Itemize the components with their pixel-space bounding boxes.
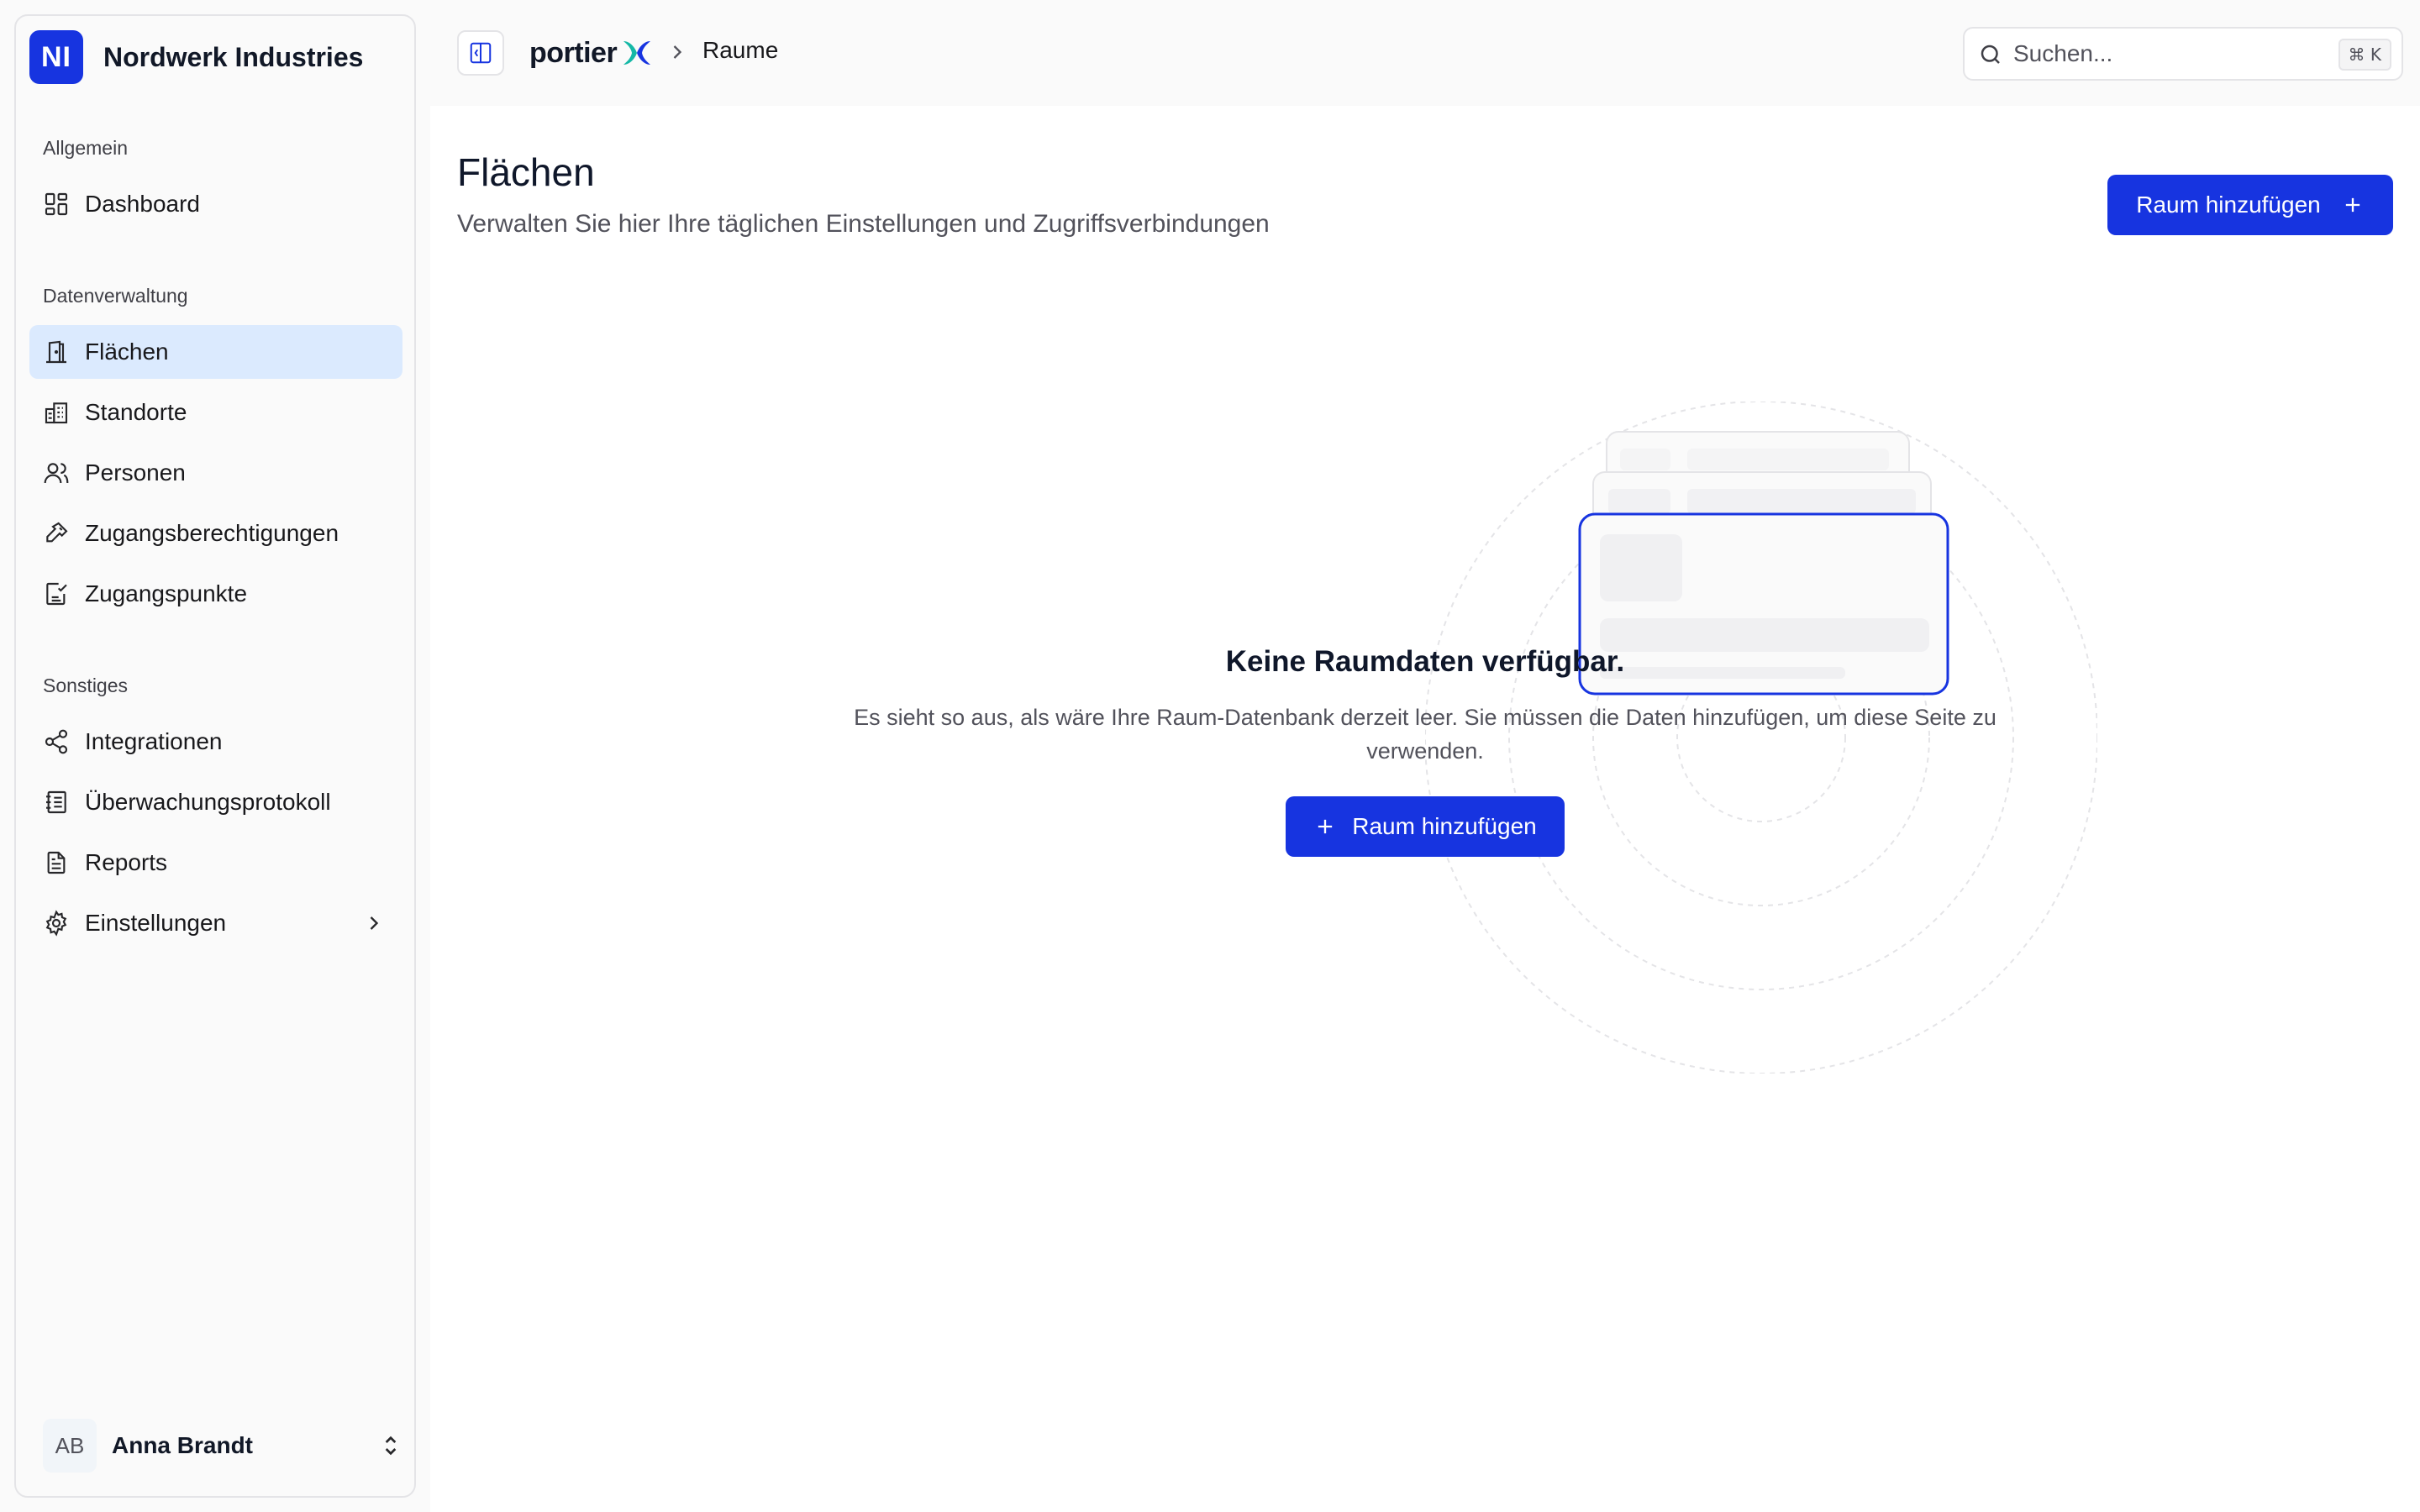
section-label-datenverwaltung: Datenverwaltung <box>43 285 188 307</box>
page-title: Flächen <box>457 150 595 194</box>
sidebar-item-label: Überwachungsprotokoll <box>85 789 331 815</box>
sidebar-toggle-button[interactable] <box>457 30 504 76</box>
search-input[interactable] <box>2013 37 2333 71</box>
search-shortcut: ⌘ K <box>2338 39 2391 71</box>
workspace-name: Nordwerk Industries <box>103 41 364 72</box>
sidebar-item-zugangspunkte[interactable]: Zugangspunkte <box>29 567 402 621</box>
search-icon <box>1981 45 2000 64</box>
app-logo[interactable]: portier <box>529 32 654 74</box>
app: NI Nordwerk Industries Allgemein Dashboa… <box>0 0 2420 1512</box>
section-label-allgemein: Allgemein <box>43 137 128 159</box>
sidebar-item-einstellungen[interactable]: Einstellungen <box>29 896 402 950</box>
user-menu[interactable]: AB Anna Brandt <box>43 1419 404 1473</box>
sidebar-item-zugangsberechtigungen[interactable]: Zugangsberechtigungen <box>29 507 402 560</box>
sidebar-item-label: Zugangsberechtigungen <box>85 520 339 546</box>
plus-icon <box>1318 819 1333 834</box>
sidebar-toggle-icon <box>470 42 492 64</box>
add-room-button[interactable]: Raum hinzufügen <box>2107 175 2393 235</box>
avatar: AB <box>43 1419 97 1473</box>
sidebar-item-label: Einstellungen <box>85 910 227 936</box>
log-icon <box>46 790 66 814</box>
sidebar-item-flaechen[interactable]: Flächen <box>29 325 402 379</box>
workspace-logo: NI <box>29 30 83 84</box>
sidebar-item-label: Personen <box>85 459 186 486</box>
breadcrumb-current: Raume <box>702 37 779 63</box>
share-icon <box>45 729 68 754</box>
sidebar-item-integrationen[interactable]: Integrationen <box>29 715 402 769</box>
sidebar-item-label: Reports <box>85 849 168 875</box>
sidebar-item-standorte[interactable]: Standorte <box>29 386 402 439</box>
topbar: portier Raume ⌘ K <box>430 0 2420 106</box>
chevron-right-icon <box>370 916 379 930</box>
sidebar-item-label: Dashboard <box>85 191 200 217</box>
empty-state-text: Es sieht so aus, als wäre Ihre Raum-Date… <box>854 705 1996 764</box>
main-content: Flächen Verwalten Sie hier Ihre tägliche… <box>430 106 2420 1512</box>
key-icon <box>46 522 68 543</box>
sidebar-item-personen[interactable]: Personen <box>29 446 402 500</box>
sidebar-item-ueberwachungsprotokoll[interactable]: Überwachungsprotokoll <box>29 775 402 829</box>
chevron-up-down-icon <box>385 1436 397 1456</box>
users-icon <box>44 463 69 484</box>
gear-icon <box>45 910 67 937</box>
app-logo-text: portier <box>529 36 618 69</box>
sidebar-item-dashboard[interactable]: Dashboard <box>29 177 402 231</box>
sidebar: NI Nordwerk Industries Allgemein Dashboa… <box>14 14 416 1498</box>
search-box[interactable]: ⌘ K <box>1963 27 2403 81</box>
sidebar-item-reports[interactable]: Reports <box>29 836 402 890</box>
breadcrumb-chevron-icon <box>673 45 682 59</box>
plus-icon <box>2345 197 2360 213</box>
portier-logo-icon <box>623 41 651 65</box>
sidebar-item-label: Integrationen <box>85 728 223 754</box>
file-icon <box>47 851 66 874</box>
building-icon <box>45 402 68 424</box>
sidebar-item-label: Zugangspunkte <box>85 580 248 606</box>
dashboard-icon <box>45 192 68 216</box>
sidebar-item-label: Standorte <box>85 399 187 425</box>
empty-state-title: Keine Raumdaten verfügbar. <box>1225 645 1625 678</box>
user-name: Anna Brandt <box>112 1432 253 1458</box>
door-icon <box>46 340 66 364</box>
add-room-empty-button-label: Raum hinzufügen <box>1352 813 1537 839</box>
page-subtitle: Verwalten Sie hier Ihre täglichen Einste… <box>457 210 1270 238</box>
sidebar-item-label: Flächen <box>85 339 169 365</box>
checklist-icon <box>46 582 67 606</box>
add-room-button-label: Raum hinzufügen <box>2136 192 2321 218</box>
add-room-empty-button[interactable]: Raum hinzufügen <box>1286 796 1565 857</box>
section-label-sonstiges: Sonstiges <box>43 675 129 696</box>
workspace-switcher[interactable]: NI Nordwerk Industries <box>29 29 363 85</box>
